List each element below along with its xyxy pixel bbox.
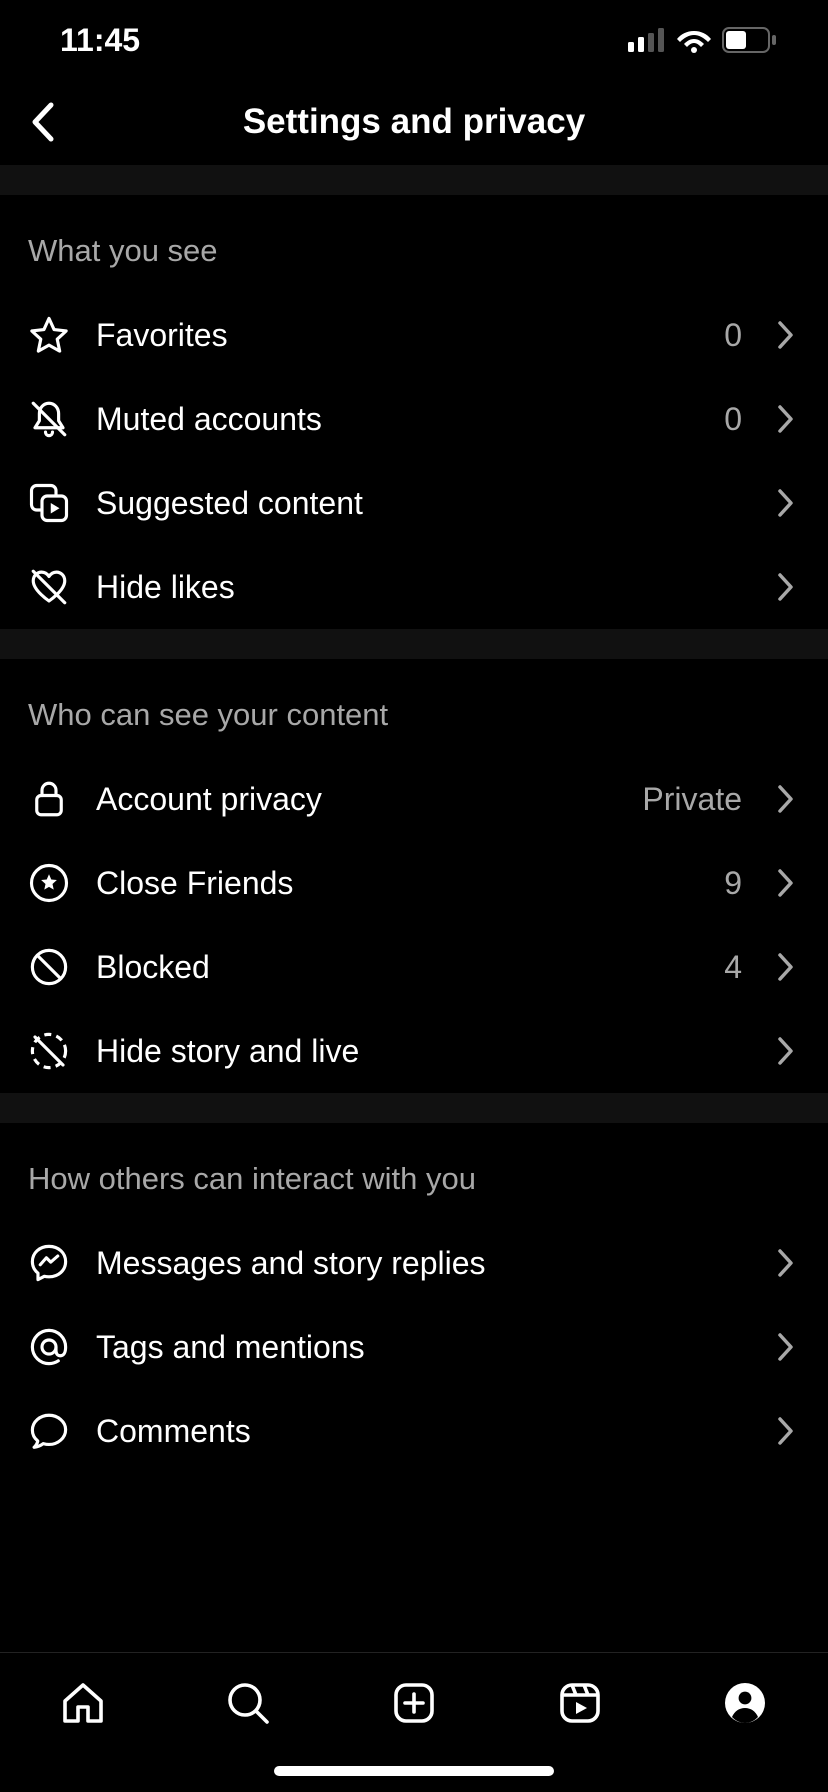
row-label: Favorites: [96, 317, 698, 354]
row-label: Close Friends: [96, 865, 698, 902]
chevron-right-icon: [772, 1417, 800, 1445]
row-comments[interactable]: Comments: [0, 1389, 828, 1473]
chevron-right-icon: [772, 405, 800, 433]
section-what-you-see: What you see Favorites 0: [0, 195, 828, 629]
header: Settings and privacy: [0, 80, 828, 165]
hide-story-icon: [28, 1030, 70, 1072]
row-suggested-content[interactable]: Suggested content: [0, 461, 828, 545]
section-divider: [0, 629, 828, 659]
chevron-right-icon: [772, 869, 800, 897]
row-value: Private: [642, 781, 742, 818]
row-label: Account privacy: [96, 781, 616, 818]
section-header: How others can interact with you: [0, 1123, 828, 1221]
row-label: Muted accounts: [96, 401, 698, 438]
section-header: What you see: [0, 195, 828, 293]
row-label: Tags and mentions: [96, 1329, 746, 1366]
section-divider: [0, 165, 828, 195]
search-icon: [224, 1679, 272, 1727]
chevron-right-icon: [772, 1333, 800, 1361]
tab-create[interactable]: [384, 1673, 444, 1733]
status-icons: [628, 27, 778, 53]
row-label: Hide story and live: [96, 1033, 746, 1070]
row-account-privacy[interactable]: Account privacy Private: [0, 757, 828, 841]
messenger-icon: [28, 1242, 70, 1284]
star-icon: [28, 314, 70, 356]
page-title: Settings and privacy: [243, 102, 585, 142]
muted-bell-icon: [28, 398, 70, 440]
chevron-right-icon: [772, 953, 800, 981]
wifi-icon: [676, 27, 712, 53]
tab-search[interactable]: [218, 1673, 278, 1733]
row-value: 9: [724, 865, 742, 902]
chevron-right-icon: [772, 321, 800, 349]
row-label: Comments: [96, 1413, 746, 1450]
section-header: Who can see your content: [0, 659, 828, 757]
row-tags-mentions[interactable]: Tags and mentions: [0, 1305, 828, 1389]
tab-bar: [0, 1652, 828, 1792]
chevron-right-icon: [772, 1249, 800, 1277]
chevron-left-icon: [29, 101, 55, 143]
status-time: 11:45: [50, 22, 140, 59]
row-hide-likes[interactable]: Hide likes: [0, 545, 828, 629]
row-favorites[interactable]: Favorites 0: [0, 293, 828, 377]
row-hide-story-live[interactable]: Hide story and live: [0, 1009, 828, 1093]
section-interact: How others can interact with you Message…: [0, 1123, 828, 1473]
cellular-signal-icon: [628, 28, 666, 52]
row-value: 0: [724, 317, 742, 354]
profile-icon: [721, 1679, 769, 1727]
home-icon: [59, 1679, 107, 1727]
plus-square-icon: [390, 1679, 438, 1727]
back-button[interactable]: [12, 92, 72, 152]
row-value: 4: [724, 949, 742, 986]
tab-reels[interactable]: [550, 1673, 610, 1733]
row-label: Suggested content: [96, 485, 746, 522]
chevron-right-icon: [772, 489, 800, 517]
section-who-can-see: Who can see your content Account privacy…: [0, 659, 828, 1093]
row-muted-accounts[interactable]: Muted accounts 0: [0, 377, 828, 461]
lock-icon: [28, 778, 70, 820]
row-close-friends[interactable]: Close Friends 9: [0, 841, 828, 925]
settings-content: What you see Favorites 0: [0, 165, 828, 1792]
row-blocked[interactable]: Blocked 4: [0, 925, 828, 1009]
battery-icon: [722, 27, 778, 53]
chevron-right-icon: [772, 573, 800, 601]
reels-icon: [556, 1679, 604, 1727]
comments-icon: [28, 1410, 70, 1452]
row-label: Hide likes: [96, 569, 746, 606]
suggested-icon: [28, 482, 70, 524]
hide-likes-icon: [28, 566, 70, 608]
row-label: Messages and story replies: [96, 1245, 746, 1282]
row-messages-story-replies[interactable]: Messages and story replies: [0, 1221, 828, 1305]
blocked-icon: [28, 946, 70, 988]
at-icon: [28, 1326, 70, 1368]
close-friends-icon: [28, 862, 70, 904]
home-indicator: [274, 1766, 554, 1776]
tab-profile[interactable]: [715, 1673, 775, 1733]
chevron-right-icon: [772, 785, 800, 813]
chevron-right-icon: [772, 1037, 800, 1065]
row-label: Blocked: [96, 949, 698, 986]
section-divider: [0, 1093, 828, 1123]
status-bar: 11:45: [0, 0, 828, 80]
row-value: 0: [724, 401, 742, 438]
tab-home[interactable]: [53, 1673, 113, 1733]
